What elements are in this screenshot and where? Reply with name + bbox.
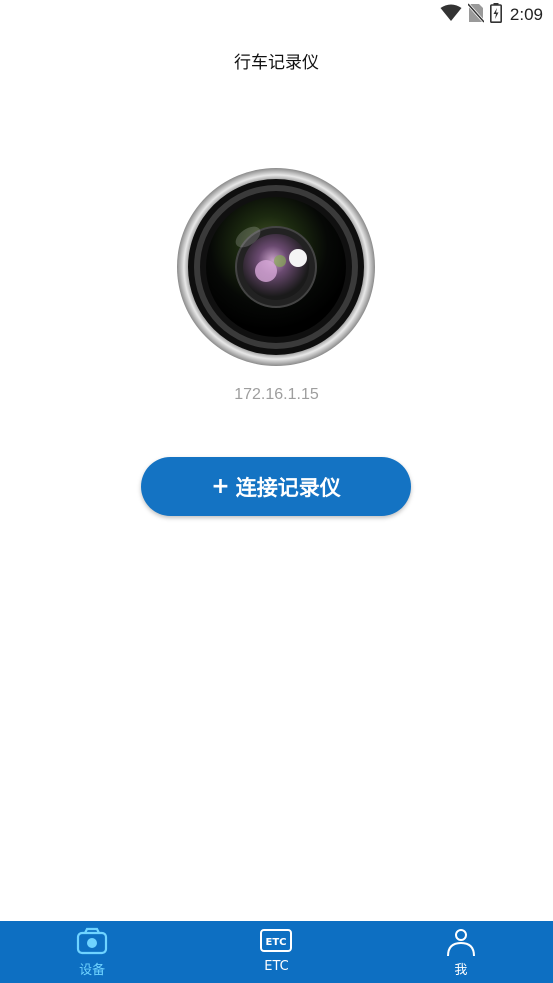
device-ip-address: 172.16.1.15 — [234, 386, 319, 403]
battery-charging-icon — [489, 3, 502, 27]
camera-icon — [77, 927, 108, 955]
tab-me-label: 我 — [454, 963, 468, 978]
connect-button-label: 连接记录仪 — [235, 475, 341, 500]
no-sim-icon — [466, 3, 486, 27]
tab-etc[interactable]: ETC ETC — [184, 921, 368, 983]
page-title: 行车记录仪 — [234, 53, 319, 73]
plus-icon: + — [211, 474, 230, 499]
tab-device[interactable]: 设备 — [0, 921, 184, 983]
status-bar: 2:09 — [0, 0, 553, 32]
status-time: 2:09 — [509, 5, 543, 24]
tab-etc-label: ETC — [264, 959, 289, 974]
camera-lens-icon — [176, 167, 376, 367]
tab-me[interactable]: 我 — [369, 921, 553, 983]
etc-icon: ETC — [260, 929, 293, 952]
status-icons: 2:09 — [440, 3, 543, 27]
connect-recorder-button[interactable]: + 连接记录仪 — [141, 457, 411, 516]
tab-device-label: 设备 — [79, 963, 106, 978]
wifi-icon — [440, 4, 462, 26]
svg-text:ETC: ETC — [266, 937, 287, 948]
bottom-tab-bar: 设备 ETC ETC 我 — [0, 921, 553, 983]
person-icon — [446, 929, 475, 957]
